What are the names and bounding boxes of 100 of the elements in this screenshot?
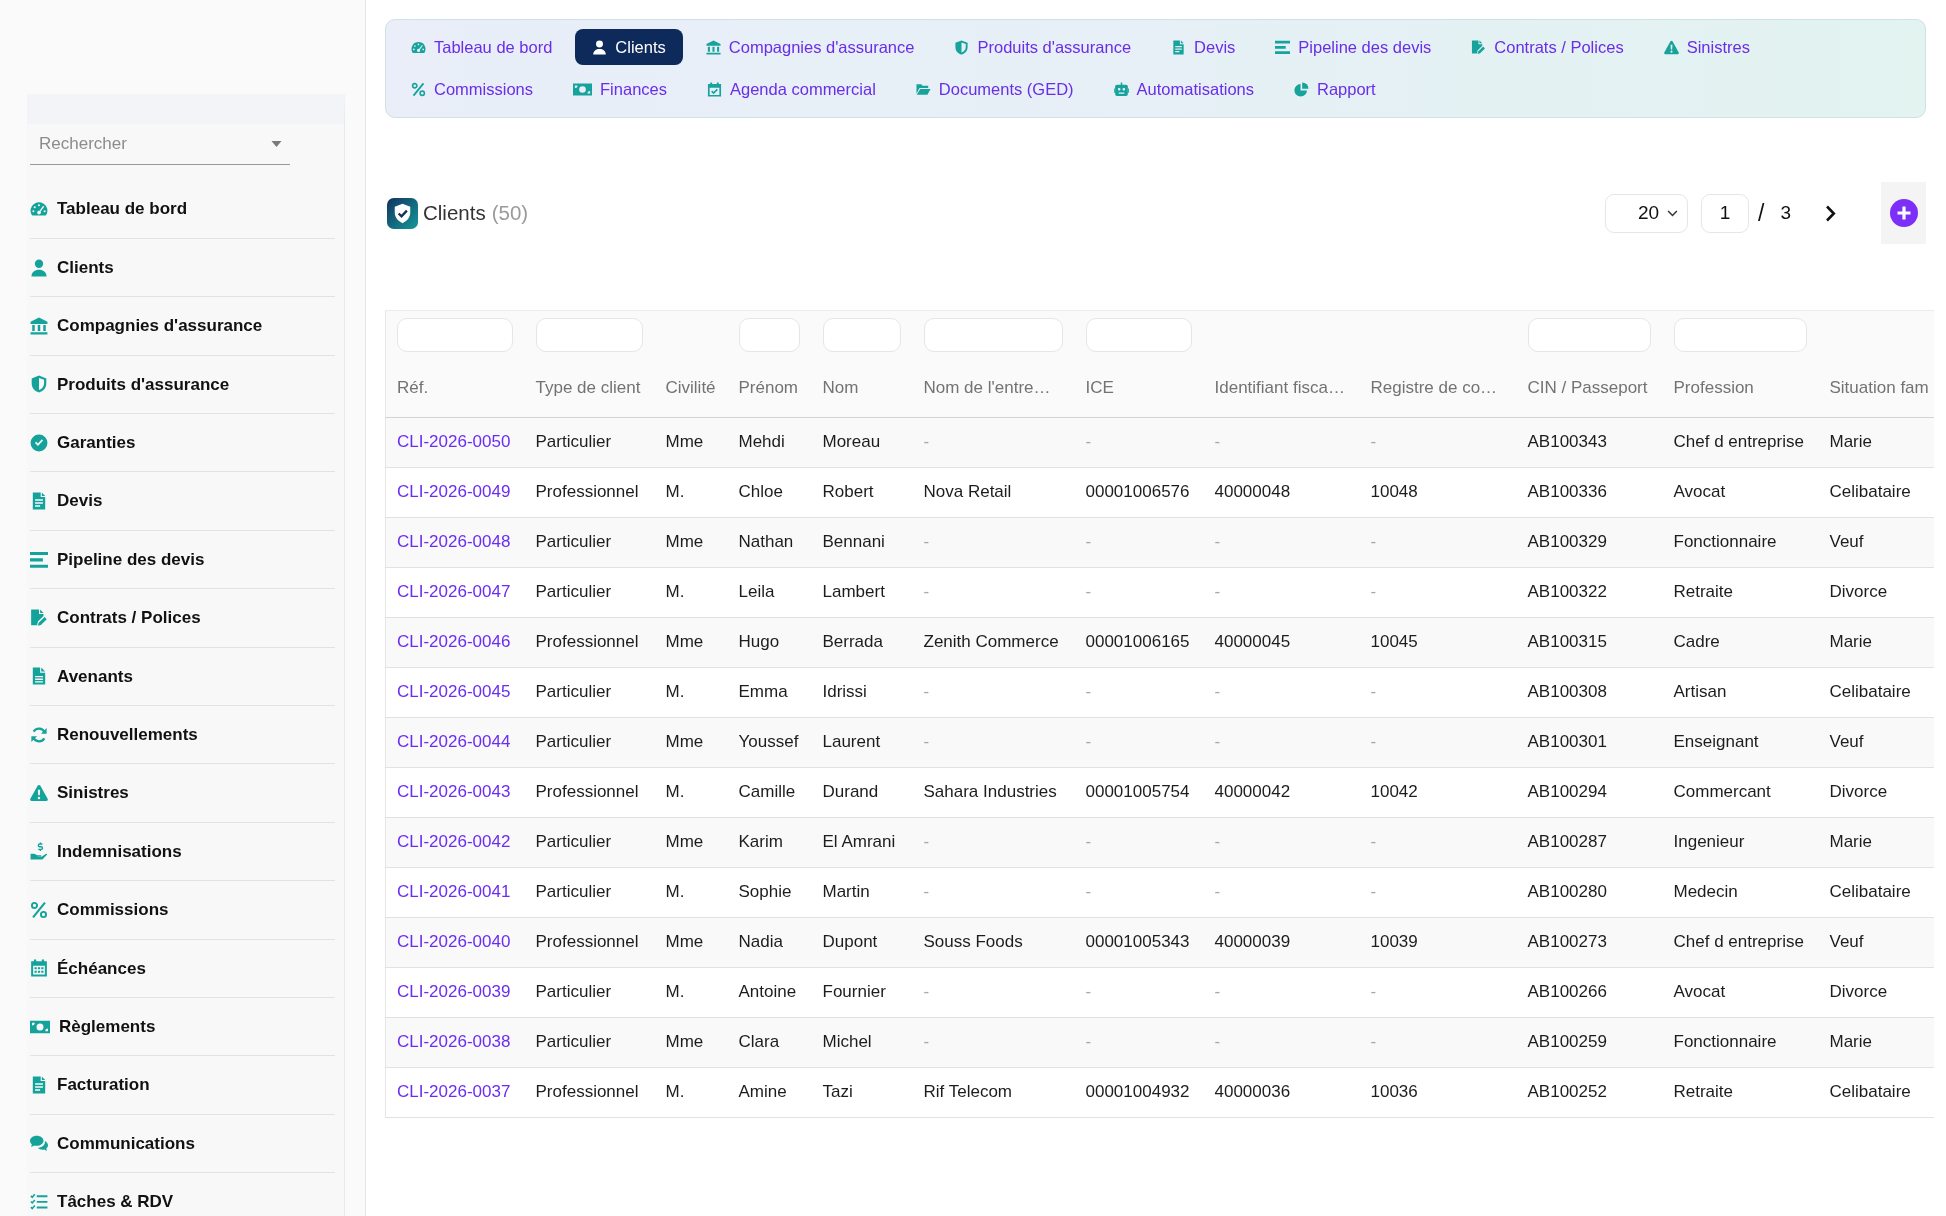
table-cell: Cadre xyxy=(1662,617,1819,667)
nav-tab[interactable]: Finances xyxy=(556,71,684,107)
client-ref-link[interactable]: CLI-2026-0045 xyxy=(397,682,511,702)
sidebar-item[interactable]: Compagnies d'assurance xyxy=(30,297,335,356)
client-ref-link[interactable]: CLI-2026-0049 xyxy=(397,482,511,502)
sidebar-item[interactable]: Tableau de bord xyxy=(30,180,335,239)
sidebar-item[interactable]: Devis xyxy=(30,472,335,531)
filter-field[interactable] xyxy=(1085,318,1192,352)
nav-tab[interactable]: Pipeline des devis xyxy=(1258,29,1449,65)
table-cell: AB100280 xyxy=(1516,867,1663,917)
sidebar-item[interactable]: Indemnisations xyxy=(30,822,335,882)
page-separator: / xyxy=(1758,198,1765,228)
table-cell: Celibataire xyxy=(1818,1067,1934,1117)
filter-field[interactable] xyxy=(738,318,800,352)
filter-field[interactable] xyxy=(397,318,513,352)
nav-tab[interactable]: Tableau de bord xyxy=(394,29,570,65)
table-cell: - xyxy=(912,1017,1075,1067)
nav-tab[interactable]: Contrats / Polices xyxy=(1454,29,1641,65)
sidebar-item[interactable]: Facturation xyxy=(30,1056,335,1115)
filter-field[interactable] xyxy=(1527,318,1651,352)
client-ref-link[interactable]: CLI-2026-0044 xyxy=(397,732,511,752)
table-cell: 40000045 xyxy=(1203,617,1360,667)
table-cell: - xyxy=(1203,717,1360,767)
sidebar-item[interactable]: Tâches & RDV xyxy=(30,1173,335,1216)
table-cell: Marie xyxy=(1818,417,1934,467)
filter-field[interactable] xyxy=(535,318,643,352)
column-header: Civilité xyxy=(654,359,728,417)
table-cell: Hugo xyxy=(727,617,812,667)
signed-document-icon xyxy=(1471,39,1487,55)
table-cell: Professionnel xyxy=(524,767,655,817)
client-ref-link[interactable]: CLI-2026-0042 xyxy=(397,832,511,852)
table-cell: 10036 xyxy=(1359,1067,1517,1117)
nav-tab[interactable]: Produits d'assurance xyxy=(937,29,1149,65)
nav-tab[interactable]: Sinistres xyxy=(1646,29,1767,65)
table-cell: AB100308 xyxy=(1516,667,1663,717)
caret-icon[interactable] xyxy=(271,140,282,147)
filter-field[interactable] xyxy=(822,318,901,352)
page-size-select[interactable]: 20 xyxy=(1605,193,1689,233)
sidebar-item[interactable]: Contrats / Polices xyxy=(30,589,335,648)
table-cell: AB100287 xyxy=(1516,817,1663,867)
table-cell: 40000048 xyxy=(1203,467,1360,517)
page-input[interactable]: 1 xyxy=(1701,193,1750,233)
sidebar-item[interactable]: Produits d'assurance xyxy=(30,355,335,415)
next-page-button[interactable] xyxy=(1825,204,1836,222)
table-cell: Laurent xyxy=(811,717,913,767)
table-cell: Divorce xyxy=(1818,967,1934,1017)
client-ref-link[interactable]: CLI-2026-0043 xyxy=(397,782,511,802)
client-ref-link[interactable]: CLI-2026-0047 xyxy=(397,582,511,602)
table-cell: Professionnel xyxy=(524,917,655,967)
nav-tab[interactable]: Clients xyxy=(575,29,683,65)
table-cell: Mme xyxy=(654,817,728,867)
table-cell: Celibataire xyxy=(1818,867,1934,917)
calendar-icon xyxy=(30,959,48,978)
filter-field[interactable] xyxy=(923,318,1063,352)
sidebar-item[interactable]: Renouvellements xyxy=(30,706,335,765)
nav-tab[interactable]: Compagnies d'assurance xyxy=(688,29,932,65)
search-field[interactable]: Rechercher xyxy=(39,131,271,157)
client-ref-link[interactable]: CLI-2026-0037 xyxy=(397,1082,511,1102)
person-icon xyxy=(592,39,608,55)
table-cell: - xyxy=(1203,667,1360,717)
table-cell: Zenith Commerce xyxy=(912,617,1075,667)
table-cell: Dupont xyxy=(811,917,913,967)
nav-tab[interactable]: Agenda commercial xyxy=(690,71,893,107)
table-cell: Particulier xyxy=(524,967,655,1017)
table-cell: - xyxy=(1074,817,1204,867)
nav-tab[interactable]: Documents (GED) xyxy=(898,71,1091,107)
client-ref-link[interactable]: CLI-2026-0040 xyxy=(397,932,511,952)
nav-tab[interactable]: Commissions xyxy=(394,71,551,107)
nav-tab[interactable]: Automatisations xyxy=(1096,71,1271,107)
table-cell: M. xyxy=(654,1067,728,1117)
sidebar-item[interactable]: Avenants xyxy=(30,647,335,706)
sidebar-item[interactable]: Commissions xyxy=(30,881,335,940)
add-button[interactable] xyxy=(1881,182,1926,244)
column-header: Profession xyxy=(1662,359,1819,417)
table-cell: - xyxy=(912,717,1075,767)
sidebar-item[interactable]: Sinistres xyxy=(30,764,335,823)
sidebar-item[interactable]: Communications xyxy=(30,1114,335,1174)
sidebar-item[interactable]: Pipeline des devis xyxy=(30,530,335,590)
table-cell: Artisan xyxy=(1662,667,1819,717)
client-ref-link[interactable]: CLI-2026-0038 xyxy=(397,1032,511,1052)
nav-tab[interactable]: Rapport xyxy=(1277,71,1393,107)
sidebar-item[interactable]: Échéances xyxy=(30,939,335,998)
nav-tab[interactable]: Devis xyxy=(1154,29,1253,65)
client-ref-link[interactable]: CLI-2026-0048 xyxy=(397,532,511,552)
sidebar-item[interactable]: Garanties xyxy=(30,414,335,473)
client-ref-link[interactable]: CLI-2026-0046 xyxy=(397,632,511,652)
client-ref-link[interactable]: CLI-2026-0039 xyxy=(397,982,511,1002)
sidebar-item[interactable]: Règlements xyxy=(30,997,335,1057)
document-icon xyxy=(30,1076,48,1095)
table-cell: Veuf xyxy=(1818,717,1934,767)
client-ref-link[interactable]: CLI-2026-0041 xyxy=(397,882,511,902)
document-icon xyxy=(30,492,48,511)
table-cell: - xyxy=(1074,867,1204,917)
table-cell: 10039 xyxy=(1359,917,1517,967)
table-cell: Rif Telecom xyxy=(912,1067,1075,1117)
sidebar-item[interactable]: Clients xyxy=(30,238,335,298)
table-cell: 00001006576 xyxy=(1074,467,1204,517)
table-cell: M. xyxy=(654,567,728,617)
filter-field[interactable] xyxy=(1673,318,1807,352)
client-ref-link[interactable]: CLI-2026-0050 xyxy=(397,432,511,452)
